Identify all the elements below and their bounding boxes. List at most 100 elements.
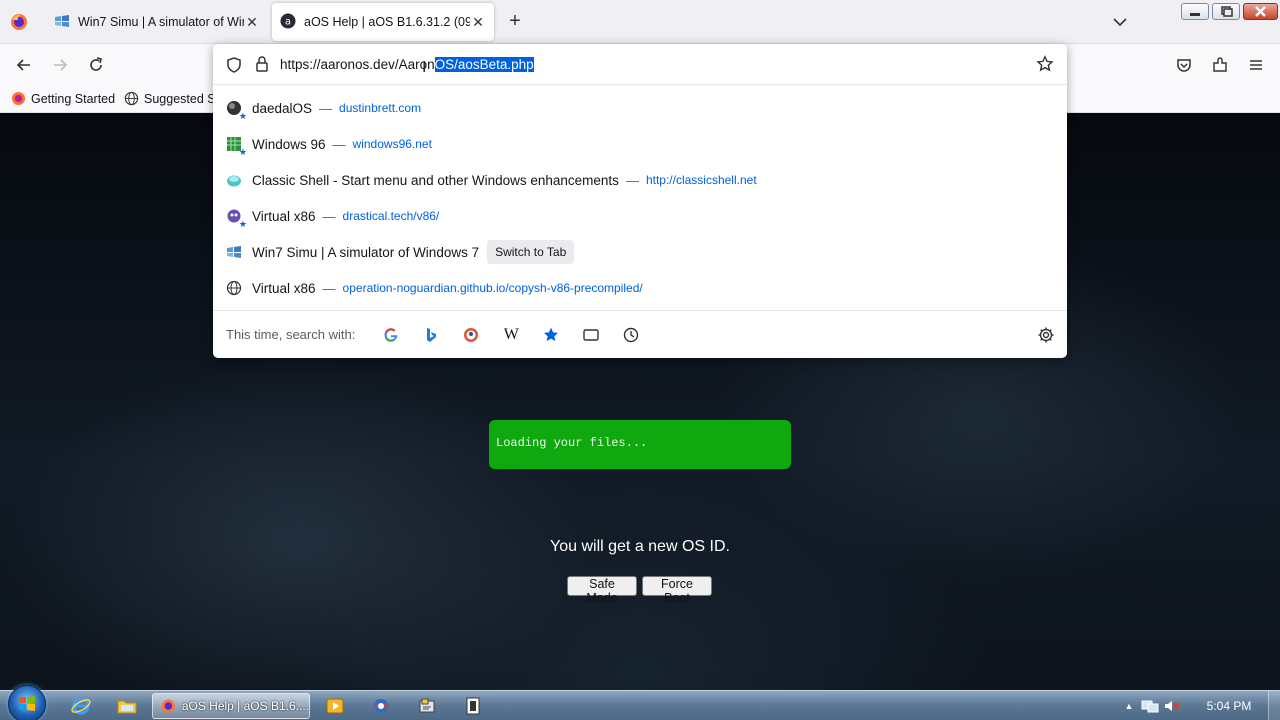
bookmark-label: Getting Started — [31, 91, 116, 106]
media-player-icon[interactable] — [316, 694, 354, 718]
clock[interactable]: 5:04 PM — [1196, 699, 1262, 713]
tab-win7-simu[interactable]: Win7 Simu | A simulator of Windows 7 ✕ — [46, 3, 268, 41]
app-icon[interactable] — [362, 694, 400, 718]
aos-icon: a — [280, 13, 296, 32]
chevron-down-icon[interactable] — [1110, 12, 1130, 32]
suggestion-title: Windows 96 — [252, 136, 326, 152]
text-cursor-icon: I — [422, 58, 427, 76]
suggestion-title: Classic Shell - Start menu and other Win… — [252, 172, 619, 188]
svg-text:a: a — [285, 16, 291, 27]
suggestion-title: daedalOS — [252, 100, 313, 116]
start-button[interactable] — [8, 685, 46, 720]
bookmark-star-icon: ★ — [238, 219, 247, 229]
forward-arrow-icon[interactable] — [49, 54, 71, 76]
suggestion-url: http://classicshell.net — [645, 173, 757, 187]
hamburger-menu-icon[interactable] — [1245, 54, 1267, 76]
bookmark-star-icon: ★ — [238, 111, 247, 121]
suggestion-classic-shell[interactable]: Classic Shell - Start menu and other Win… — [213, 162, 1067, 198]
suggestion-title: Virtual x86 — [252, 280, 316, 296]
window-close-button[interactable] — [1243, 3, 1278, 20]
suggestion-windows96[interactable]: ★ Windows 96 — windows96.net — [213, 126, 1067, 162]
back-arrow-icon[interactable] — [13, 54, 35, 76]
internet-explorer-icon[interactable] — [62, 694, 100, 718]
wikipedia-icon[interactable]: W — [491, 321, 531, 349]
firefox-icon[interactable] — [9, 12, 29, 32]
bing-icon[interactable] — [411, 321, 451, 349]
url-text: https://aaronos.dev/Aaron — [280, 57, 435, 72]
suggestion-win7-simu[interactable]: Win7 Simu | A simulator of Windows 7 Swi… — [213, 234, 1067, 270]
show-desktop-button[interactable] — [1268, 691, 1280, 720]
folder-icon[interactable] — [108, 694, 146, 718]
lock-icon[interactable] — [254, 55, 270, 76]
extensions-icon[interactable] — [1209, 54, 1231, 76]
globe-icon — [226, 280, 242, 296]
new-tab-button[interactable]: + — [504, 11, 526, 33]
gear-icon[interactable] — [1037, 326, 1055, 347]
safe-mode-button[interactable]: Safe Mode — [567, 576, 637, 605]
suggestion-url: windows96.net — [352, 137, 432, 151]
url-suggestions: ★ daedalOS — dustinbrett.com ★ Windows 9… — [213, 90, 1067, 306]
suggestion-url: dustinbrett.com — [339, 101, 422, 115]
bookmark-getting-started[interactable]: Getting Started — [11, 91, 115, 106]
taskbar: aOS Help | aOS B1.6.... ▲ 5:04 PM — [0, 685, 1280, 720]
win7-icon — [54, 13, 70, 32]
suggestion-title: Virtual x86 — [252, 208, 316, 224]
separator: — — [332, 136, 346, 152]
tab-title: Win7 Simu | A simulator of Windows 7 — [78, 15, 244, 29]
tab-title: aOS Help | aOS B1.6.31.2 (09/16 — [304, 15, 470, 29]
daedalos-icon: ★ — [226, 100, 247, 121]
url-bar-dropdown: https://aaronos.dev/AaronOS/aosBeta.php … — [213, 44, 1067, 358]
separator: — — [322, 280, 336, 296]
suggestion-virtual-x86-copysh[interactable]: Virtual x86 — operation-noguardian.githu… — [213, 270, 1067, 306]
wikipedia-glyph: W — [503, 325, 519, 343]
suggestion-daedalos[interactable]: ★ daedalOS — dustinbrett.com — [213, 90, 1067, 126]
network-icon[interactable] — [1140, 697, 1160, 715]
reload-icon[interactable] — [85, 54, 107, 76]
app-icon[interactable] — [408, 694, 446, 718]
suggestion-title: Win7 Simu | A simulator of Windows 7 — [252, 244, 480, 260]
taskbar-window-label: aOS Help | aOS B1.6.... — [181, 699, 309, 713]
switch-to-tab-button[interactable]: Switch to Tab — [487, 240, 575, 264]
loading-text: Loading your files... — [496, 436, 648, 450]
close-icon[interactable]: ✕ — [470, 14, 486, 31]
close-icon[interactable]: ✕ — [244, 14, 260, 31]
pocket-icon[interactable] — [1173, 54, 1195, 76]
volume-muted-icon[interactable] — [1162, 697, 1182, 715]
star-icon[interactable] — [1036, 55, 1054, 76]
restore-button[interactable] — [1212, 3, 1240, 20]
tab-strip: Win7 Simu | A simulator of Windows 7 ✕ a… — [0, 0, 1280, 44]
url-input[interactable]: https://aaronos.dev/AaronOS/aosBeta.php — [280, 57, 534, 72]
taskbar-firefox-window[interactable]: aOS Help | aOS B1.6.... — [152, 693, 310, 719]
v86-icon: ★ — [226, 208, 247, 229]
loading-box: Loading your files... — [489, 420, 791, 469]
separator: — — [319, 100, 333, 116]
windows-logo-icon — [19, 696, 35, 711]
url-selected-text: OS/aosBeta.php — [434, 57, 534, 72]
google-icon[interactable] — [371, 321, 411, 349]
suggestion-url: operation-noguardian.github.io/copysh-v8… — [342, 281, 643, 295]
force-boot-button[interactable]: Force Boot — [642, 576, 712, 605]
minimize-button[interactable] — [1181, 3, 1209, 20]
suggestion-virtual-x86[interactable]: ★ Virtual x86 — drastical.tech/v86/ — [213, 198, 1067, 234]
url-input-row[interactable]: https://aaronos.dev/AaronOS/aosBeta.php … — [213, 44, 1067, 85]
tabs-icon[interactable] — [571, 321, 611, 349]
history-icon[interactable] — [611, 321, 651, 349]
separator: — — [322, 208, 336, 224]
system-tray: ▲ — [1120, 691, 1182, 720]
firefox-icon — [11, 91, 26, 106]
windows96-icon: ★ — [226, 136, 247, 157]
separator: — — [625, 172, 639, 188]
firefox-icon — [161, 699, 175, 713]
duckduckgo-icon[interactable] — [451, 321, 491, 349]
bookmark-star-icon: ★ — [238, 147, 247, 157]
search-with-label: This time, search with: — [226, 327, 356, 342]
bookmarks-icon[interactable] — [531, 321, 571, 349]
globe-icon — [124, 91, 139, 106]
tab-aos-help[interactable]: a aOS Help | aOS B1.6.31.2 (09/16 ✕ — [272, 3, 494, 41]
classicshell-icon — [226, 172, 242, 188]
os-id-message: You will get a new OS ID. — [550, 538, 730, 555]
tray-expand-icon[interactable]: ▲ — [1120, 701, 1138, 711]
shield-icon[interactable] — [225, 56, 243, 77]
search-engines-row: This time, search with: W — [213, 310, 1067, 358]
app-icon[interactable] — [454, 694, 492, 718]
